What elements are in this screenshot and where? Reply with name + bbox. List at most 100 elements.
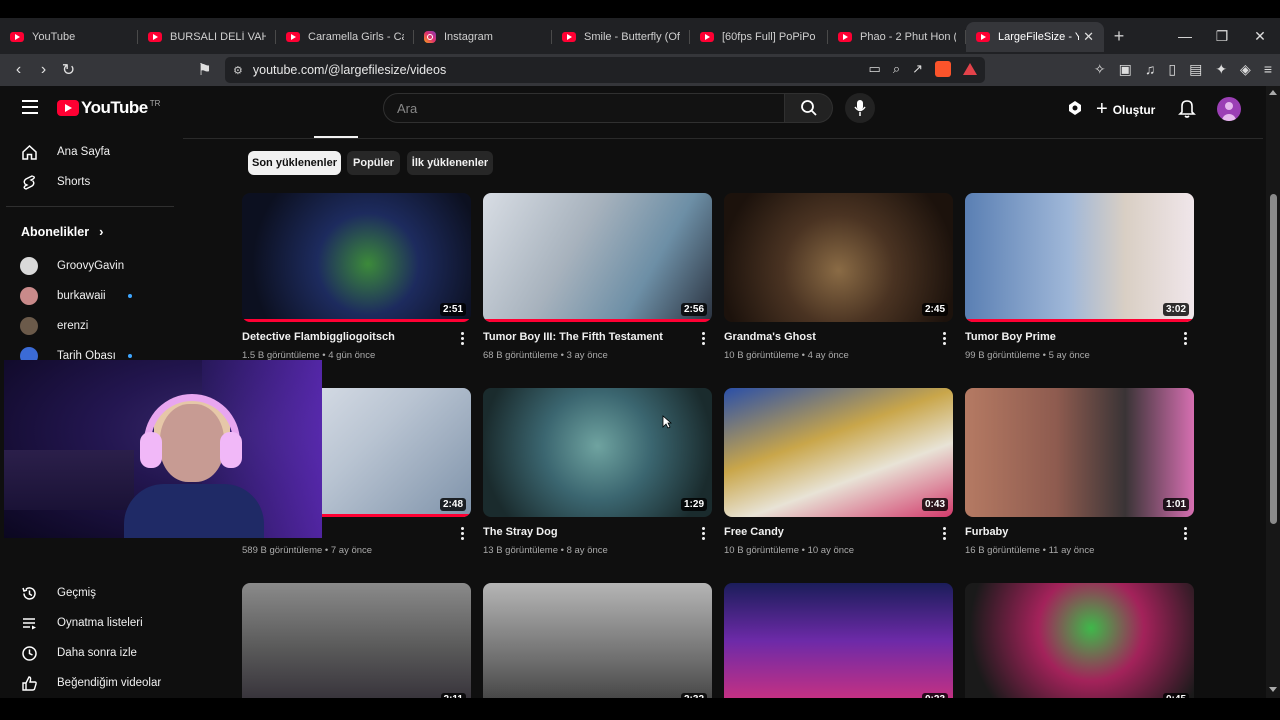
more-actions-icon[interactable] [943, 332, 947, 347]
video-thumbnail[interactable]: 3:02 [965, 193, 1194, 322]
browser-tab[interactable]: Instagram [414, 22, 552, 52]
video-thumbnail[interactable]: 0:45 [965, 583, 1194, 698]
video-thumbnail[interactable]: 2:51 [242, 193, 471, 322]
more-actions-icon[interactable] [1184, 527, 1188, 542]
video-card[interactable]: 0:23 [724, 583, 954, 698]
new-tab-button[interactable]: + [1104, 26, 1134, 47]
video-card[interactable]: 1:01 Furbaby 16 B görüntüleme • 11 ay önce [965, 388, 1195, 556]
sidebar-item-subscription[interactable]: erenzi [20, 314, 88, 338]
more-actions-icon[interactable] [943, 527, 947, 542]
account-avatar[interactable] [1217, 97, 1241, 121]
scroll-up-arrow[interactable] [1269, 90, 1277, 95]
leo-ai-icon[interactable]: ✦ [1215, 61, 1227, 78]
video-card[interactable]: 2:45 Grandma's Ghost 10 B görüntüleme • 4 … [724, 193, 954, 361]
sidebar-item-history[interactable]: Geçmiş [20, 581, 96, 605]
sidebar-item-shorts[interactable]: Shorts [20, 170, 90, 194]
browser-tab[interactable]: [60fps Full] PoPiPo [F [690, 22, 828, 52]
video-thumbnail[interactable]: 1:01 [965, 388, 1194, 517]
video-title[interactable]: Tumor Boy Prime [965, 331, 1175, 343]
sidebar-item-liked[interactable]: Beğendiğim videolar [20, 671, 161, 695]
cast-icon[interactable] [1066, 99, 1084, 122]
video-card[interactable]: 2:56 Tumor Boy III: The Fifth Testament 68… [483, 193, 713, 361]
create-label: Oluştur [1112, 102, 1156, 117]
browser-tab[interactable]: Smile - Butterfly (Offic [552, 22, 690, 52]
more-actions-icon[interactable] [461, 527, 465, 542]
create-button[interactable]: + Oluştur [1096, 98, 1155, 121]
video-title[interactable]: Grandma's Ghost [724, 331, 934, 343]
scroll-down-arrow[interactable] [1269, 687, 1277, 692]
video-thumbnail[interactable]: 2:45 [724, 193, 953, 322]
close-window-button[interactable]: ✕ [1241, 18, 1279, 54]
filter-chip[interactable]: Son yüklenenler [248, 151, 341, 175]
video-thumbnail[interactable]: 1:29 [483, 388, 712, 517]
video-title[interactable]: Free Candy [724, 526, 934, 538]
site-info-icon[interactable]: ⚙ [233, 64, 243, 77]
subscriptions-heading[interactable]: Abonelikler › [21, 224, 103, 239]
more-actions-icon[interactable] [461, 332, 465, 347]
more-actions-icon[interactable] [1184, 332, 1188, 347]
video-thumbnail[interactable]: 2:32 [483, 583, 712, 698]
video-title[interactable]: Tumor Boy III: The Fifth Testament [483, 331, 693, 343]
country-code: TR [149, 98, 161, 108]
video-thumbnail[interactable]: 2:56 [483, 193, 712, 322]
video-card[interactable]: 0:43 Free Candy 10 B görüntüleme • 10 ay ö… [724, 388, 954, 556]
notifications-bell-icon[interactable] [1178, 98, 1196, 123]
browser-tab[interactable]: Phao - 2 Phut Hon (K [828, 22, 966, 52]
browser-tab[interactable]: BURSALI DELİ VAHİT ( [138, 22, 276, 52]
wallet-icon[interactable]: ▤ [1189, 61, 1202, 78]
sidebar-item-label: Daha sonra izle [57, 647, 137, 659]
reload-button[interactable]: ↻ [56, 60, 81, 80]
filter-chip[interactable]: İlk yüklenenler [407, 151, 493, 175]
voice-search-button[interactable] [845, 93, 875, 123]
sidebar-item-watch-later[interactable]: Daha sonra izle [20, 641, 137, 665]
shorts-icon [20, 173, 38, 191]
guide-menu-icon[interactable] [22, 100, 38, 118]
youtube-icon [838, 32, 852, 42]
filter-chip[interactable]: Popüler [347, 151, 400, 175]
more-actions-icon[interactable] [702, 332, 706, 347]
share-icon[interactable]: ↗ [912, 61, 923, 77]
browser-tab[interactable]: Caramella Girls - Cara [276, 22, 414, 52]
browser-tab[interactable]: YouTube [0, 22, 138, 52]
watch-progress-bar [483, 319, 712, 322]
video-card[interactable]: 2:32 [483, 583, 713, 698]
video-title[interactable]: Furbaby [965, 526, 1175, 538]
scrollbar-thumb[interactable] [1270, 194, 1277, 524]
brave-rewards-icon[interactable] [963, 63, 977, 75]
browser-tab[interactable]: LargeFileSize - Yo ✕ [966, 22, 1104, 52]
sidebar-item-subscription[interactable]: GroovyGavin [20, 254, 124, 278]
extensions-icon[interactable]: ✧ [1094, 61, 1106, 78]
minimize-button[interactable]: — [1166, 18, 1204, 54]
search-input[interactable]: Ara [383, 93, 785, 123]
address-bar[interactable]: ⚙ youtube.com/@largefilesize/videos ▭ ⌕ … [225, 57, 985, 83]
screenshot-icon[interactable]: ▣ [1119, 61, 1132, 78]
vpn-icon[interactable]: ◈ [1240, 61, 1251, 78]
video-thumbnail[interactable]: 0:23 [724, 583, 953, 698]
video-card[interactable]: 1:29 The Stray Dog 13 B görüntüleme • 8 ay… [483, 388, 713, 556]
video-card[interactable]: 2:11 [242, 583, 472, 698]
restore-button[interactable]: ❐ [1203, 18, 1241, 54]
more-actions-icon[interactable] [702, 527, 706, 542]
menu-icon[interactable]: ≡ [1264, 61, 1272, 78]
forward-button[interactable]: › [31, 61, 56, 79]
video-title[interactable]: Detective Flambiggliogoitsch [242, 331, 452, 343]
sidebar-item-home[interactable]: Ana Sayfa [20, 140, 110, 164]
sidebar-item-subscription[interactable]: burkawaii [20, 284, 106, 308]
bookmark-icon[interactable]: ⚑ [192, 60, 217, 80]
sidebar-item-playlists[interactable]: Oynatma listeleri [20, 611, 143, 635]
search-button[interactable] [785, 93, 833, 123]
video-card[interactable]: 3:02 Tumor Boy Prime 99 B görüntüleme • 5 … [965, 193, 1195, 361]
video-title[interactable]: The Stray Dog [483, 526, 693, 538]
close-tab-icon[interactable]: ✕ [1083, 29, 1094, 45]
brave-shields-icon[interactable] [935, 61, 951, 77]
video-thumbnail[interactable]: 2:11 [242, 583, 471, 698]
media-icon[interactable]: ♫ [1145, 61, 1156, 78]
video-thumbnail[interactable]: 0:43 [724, 388, 953, 517]
back-button[interactable]: ‹ [6, 61, 31, 79]
install-app-icon[interactable]: ▭ [869, 61, 881, 77]
video-card[interactable]: 2:51 Detective Flambiggliogoitsch 1.5 B gö… [242, 193, 472, 361]
sidebar-toggle-icon[interactable]: ▯ [1168, 61, 1176, 78]
youtube-logo[interactable]: YouTube TR [57, 98, 160, 118]
zoom-icon[interactable]: ⌕ [893, 61, 900, 77]
video-card[interactable]: 0:45 [965, 583, 1195, 698]
